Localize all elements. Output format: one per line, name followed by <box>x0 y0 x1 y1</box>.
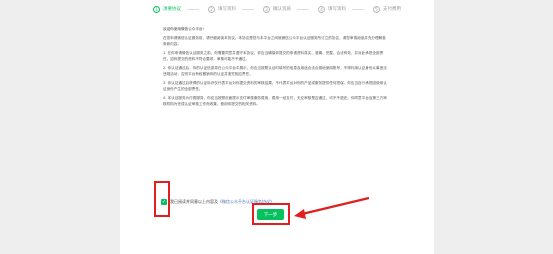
step-label: 须要协议 <box>163 7 181 12</box>
step-4: 4 填写资料 <box>318 5 364 13</box>
highlight-box-checkbox <box>154 181 170 217</box>
step-5: 5 支付费用 <box>373 5 401 13</box>
step-connector <box>242 8 254 10</box>
step-connector <box>187 8 199 10</box>
step-connector <box>297 8 309 10</box>
step-label: 确认资质 <box>273 7 291 12</box>
agreement-paragraph: 1. 在你申请微信认证服务之前，你需要同意并遵守本协议，你应当确保你提交的申请资… <box>163 51 384 61</box>
step-number: 1 <box>153 5 160 13</box>
step-number: 5 <box>373 5 380 13</box>
step-3: 3 确认资质 <box>263 5 309 13</box>
agreement-paragraph: 在您申请微信认证服务前，请仔细阅读本协议，本协议是您与本平台之间就微信公众平台认… <box>163 36 386 46</box>
step-2: 2 填写资料 <box>208 5 254 13</box>
progress-stepper: 1 须要协议 2 填写资料 3 确认资质 4 填写资料 5 支付费用 <box>153 4 401 14</box>
scroll-fade <box>163 176 389 192</box>
agreement-text[interactable]: 欢迎你使用微信公众平台! 在您申请微信认证服务前，请仔细阅读本协议，本协议是您与… <box>163 26 389 192</box>
step-number: 2 <box>208 5 215 13</box>
agreement-paragraph: 2. 你认证通过后，你的认证信息将在公众平台中展示，你应当按照认证时填写的信息及… <box>163 66 387 76</box>
agreement-paragraph: 4. 本认证服务为付费服务，你应当按照页面提示支付审核服务费用，费用一经支付，无… <box>163 96 387 106</box>
agreement-paragraph: 3. 你认证通过后获得的认证标识仅代表平台对你提交资料的审核结果，不代表平台对你… <box>163 81 387 91</box>
step-number: 4 <box>318 5 325 13</box>
step-label: 支付费用 <box>383 7 401 12</box>
step-label: 填写资料 <box>328 7 346 12</box>
step-number: 3 <box>263 5 270 13</box>
agreement-greeting: 欢迎你使用微信公众平台! <box>163 27 204 31</box>
step-label: 填写资料 <box>218 7 236 12</box>
step-1: 1 须要协议 <box>153 5 199 13</box>
agree-text: 我已阅读并同意以上内容及 <box>170 199 218 204</box>
step-connector <box>352 8 364 10</box>
highlight-box-button <box>252 203 290 225</box>
